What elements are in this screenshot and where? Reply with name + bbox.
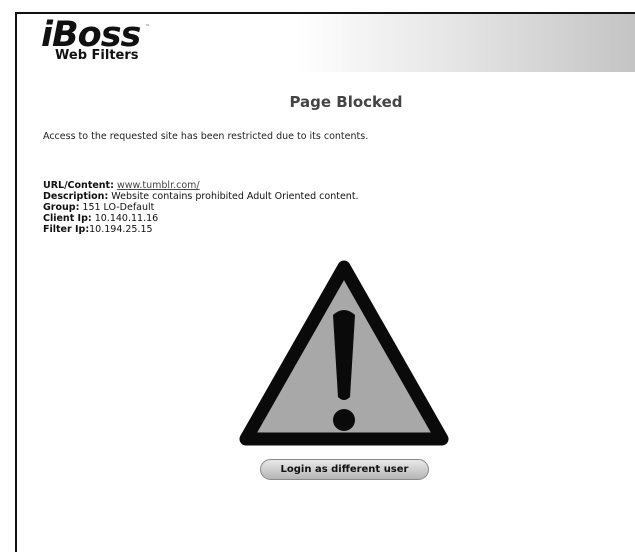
trademark-mark: ™ — [145, 24, 150, 30]
description-row: Description: Website contains prohibited… — [43, 191, 359, 202]
client-ip-row: Client Ip: 10.140.11.16 — [43, 213, 359, 224]
filter-ip-row: Filter Ip:10.194.25.15 — [43, 224, 359, 235]
logo-tagline: Web Filters — [55, 48, 139, 63]
exclamation-dot — [333, 409, 355, 431]
url-label: URL/Content: — [43, 180, 114, 191]
header-banner: iBoss ™ Web Filters — [17, 14, 635, 72]
group-row: Group: 151 LO-Default — [43, 202, 359, 213]
description-value: Website contains prohibited Adult Orient… — [111, 191, 359, 202]
url-link[interactable]: www.tumblr.com/ — [117, 180, 200, 191]
filter-ip-value: 10.194.25.15 — [89, 224, 153, 235]
group-value: 151 LO-Default — [82, 202, 155, 213]
block-details: URL/Content: www.tumblr.com/ Description… — [43, 180, 359, 235]
blocked-page: iBoss ™ Web Filters Page Blocked Access … — [15, 12, 635, 552]
intro-text: Access to the requested site has been re… — [43, 131, 369, 142]
warning-triangle-icon — [239, 260, 449, 446]
page-title: Page Blocked — [289, 93, 403, 111]
client-ip-value: 10.140.11.16 — [94, 213, 159, 224]
client-ip-label: Client Ip: — [43, 213, 92, 224]
url-row: URL/Content: www.tumblr.com/ — [43, 180, 359, 191]
filter-ip-label: Filter Ip: — [43, 224, 90, 235]
group-label: Group: — [43, 202, 80, 213]
login-different-user-button[interactable]: Login as different user — [260, 459, 429, 480]
description-label: Description: — [43, 191, 109, 202]
